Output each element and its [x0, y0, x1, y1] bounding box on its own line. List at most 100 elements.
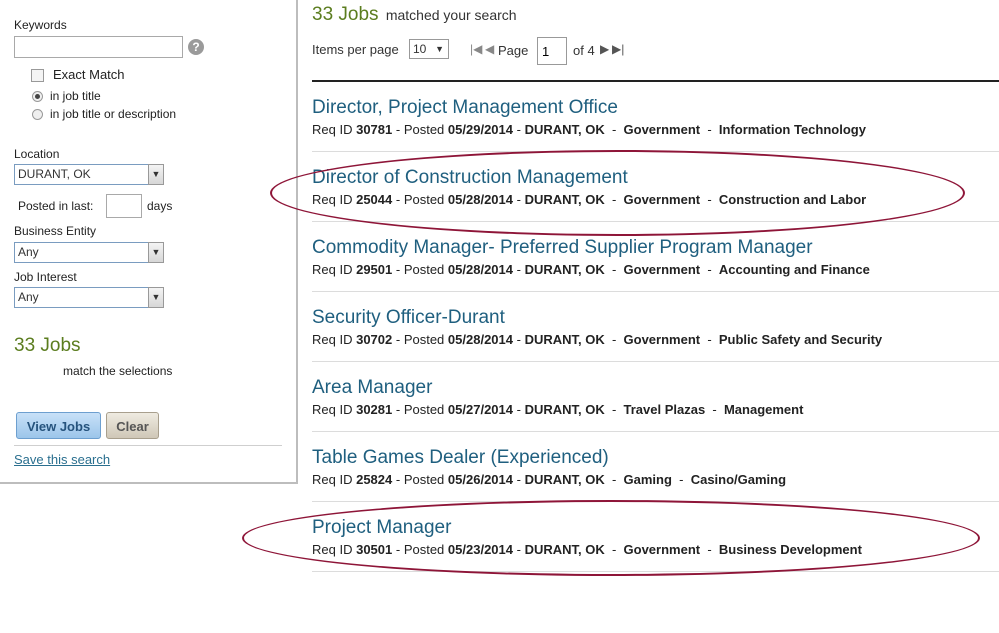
job-meta: Req ID 30781 - Posted 05/29/2014 - DURAN… [312, 122, 866, 137]
clear-button[interactable]: Clear [106, 412, 159, 439]
location-select[interactable]: DURANT, OK ▼ [14, 164, 164, 185]
job-entity: Travel Plazas [623, 402, 706, 417]
location-label: Location [14, 147, 60, 161]
posted-date: 05/28/2014 [447, 262, 513, 277]
location-value: DURANT, OK [18, 167, 91, 181]
job-location: DURANT, OK [524, 122, 605, 137]
days-label: days [147, 199, 173, 213]
req-id: 29501 [356, 262, 393, 277]
page-label: Page [498, 43, 529, 58]
job-row: Security Officer-Durant Req ID 30702 - P… [312, 293, 999, 363]
last-page-icon[interactable]: ▶| [612, 42, 624, 56]
job-interest-value: Any [18, 290, 39, 304]
page-number-input[interactable] [537, 37, 567, 65]
items-per-page-value: 10 [413, 42, 427, 56]
job-row: Director, Project Management Office Req … [312, 83, 999, 153]
radio-in-title-or-description-label: in job title or description [50, 107, 177, 121]
page-total-label: of 4 [573, 43, 595, 58]
row-divider [312, 361, 999, 362]
job-category: Accounting and Finance [718, 262, 870, 277]
dropdown-arrow-icon[interactable]: ▼ [148, 242, 164, 263]
results-count: 33 Jobs matched your search [312, 4, 517, 26]
search-sidebar: Keywords ? Exact Match in job title in j… [0, 0, 298, 484]
exact-match-label: Exact Match [53, 67, 125, 82]
job-location: DURANT, OK [524, 262, 605, 277]
job-category: Information Technology [718, 122, 866, 137]
posted-label: Posted [403, 472, 445, 487]
exact-match-checkbox[interactable] [31, 69, 44, 82]
results-header-rule [312, 80, 999, 82]
posted-label: Posted [403, 332, 445, 347]
job-interest-select[interactable]: Any ▼ [14, 287, 164, 308]
keywords-input[interactable] [14, 36, 183, 58]
job-title-link[interactable]: Commodity Manager- Preferred Supplier Pr… [312, 237, 813, 259]
radio-in-title-or-description[interactable] [32, 109, 43, 120]
prev-page-icon[interactable]: ◀ [485, 42, 494, 56]
dropdown-arrow-icon[interactable]: ▼ [148, 287, 164, 308]
posted-date: 05/28/2014 [447, 332, 513, 347]
req-id-label: Req ID [312, 262, 353, 277]
req-id: 30781 [356, 122, 393, 137]
job-location: DURANT, OK [524, 402, 605, 417]
job-meta: Req ID 29501 - Posted 05/28/2014 - DURAN… [312, 262, 870, 277]
results-count-number: 33 Jobs [312, 4, 379, 25]
next-page-icon[interactable]: ▶ [600, 42, 609, 56]
req-id-label: Req ID [312, 402, 353, 417]
dropdown-arrow-icon: ▼ [435, 44, 444, 54]
req-id: 30702 [356, 332, 393, 347]
job-entity: Government [623, 332, 701, 347]
sidebar-count-caption: match the selections [63, 364, 173, 378]
job-entity: Government [623, 122, 701, 137]
job-category: Management [723, 402, 804, 417]
results-count-caption: matched your search [385, 7, 517, 23]
items-per-page-select[interactable]: 10 ▼ [409, 39, 449, 59]
posted-label: Posted [403, 262, 445, 277]
radio-in-job-title-label: in job title [50, 89, 101, 103]
business-entity-label: Business Entity [14, 224, 97, 238]
row-divider [312, 431, 999, 432]
keywords-label: Keywords [14, 18, 67, 32]
req-id-label: Req ID [312, 472, 353, 487]
job-location: DURANT, OK [524, 472, 605, 487]
job-interest-label: Job Interest [14, 270, 77, 284]
first-page-icon[interactable]: |◀ [470, 42, 482, 56]
radio-in-job-title[interactable] [32, 91, 43, 102]
items-per-page-label: Items per page [312, 42, 399, 57]
req-id: 25824 [356, 472, 393, 487]
row-divider [312, 291, 999, 292]
job-category: Casino/Gaming [690, 472, 787, 487]
posted-date: 05/26/2014 [447, 472, 513, 487]
business-entity-value: Any [18, 245, 39, 259]
sidebar-job-count: 33 Jobs [14, 335, 81, 356]
job-row: Area Manager Req ID 30281 - Posted 05/27… [312, 363, 999, 433]
posted-days-input[interactable] [106, 194, 142, 218]
highlight-ellipse [270, 150, 965, 236]
posted-label: Posted [403, 402, 445, 417]
job-location: DURANT, OK [524, 332, 605, 347]
job-row: Table Games Dealer (Experienced) Req ID … [312, 433, 999, 503]
job-entity: Gaming [623, 472, 672, 487]
job-category: Public Safety and Security [718, 332, 883, 347]
posted-in-last-label: Posted in last: [18, 199, 94, 213]
req-id: 30281 [356, 402, 393, 417]
posted-label: Posted [403, 122, 445, 137]
sidebar-divider [14, 445, 282, 446]
highlight-ellipse [242, 500, 980, 576]
job-title-link[interactable]: Area Manager [312, 377, 432, 399]
dropdown-arrow-icon[interactable]: ▼ [148, 164, 164, 185]
view-jobs-button[interactable]: View Jobs [16, 412, 101, 439]
job-title-link[interactable]: Director, Project Management Office [312, 97, 618, 119]
help-icon[interactable]: ? [188, 39, 204, 55]
req-id-label: Req ID [312, 332, 353, 347]
save-search-link[interactable]: Save this search [14, 452, 110, 467]
job-meta: Req ID 30281 - Posted 05/27/2014 - DURAN… [312, 402, 804, 417]
posted-date: 05/27/2014 [447, 402, 513, 417]
job-title-link[interactable]: Table Games Dealer (Experienced) [312, 447, 609, 469]
job-title-link[interactable]: Security Officer-Durant [312, 307, 505, 329]
business-entity-select[interactable]: Any ▼ [14, 242, 164, 263]
job-meta: Req ID 25824 - Posted 05/26/2014 - DURAN… [312, 472, 787, 487]
posted-date: 05/29/2014 [447, 122, 513, 137]
job-entity: Government [623, 262, 701, 277]
job-meta: Req ID 30702 - Posted 05/28/2014 - DURAN… [312, 332, 883, 347]
req-id-label: Req ID [312, 122, 353, 137]
